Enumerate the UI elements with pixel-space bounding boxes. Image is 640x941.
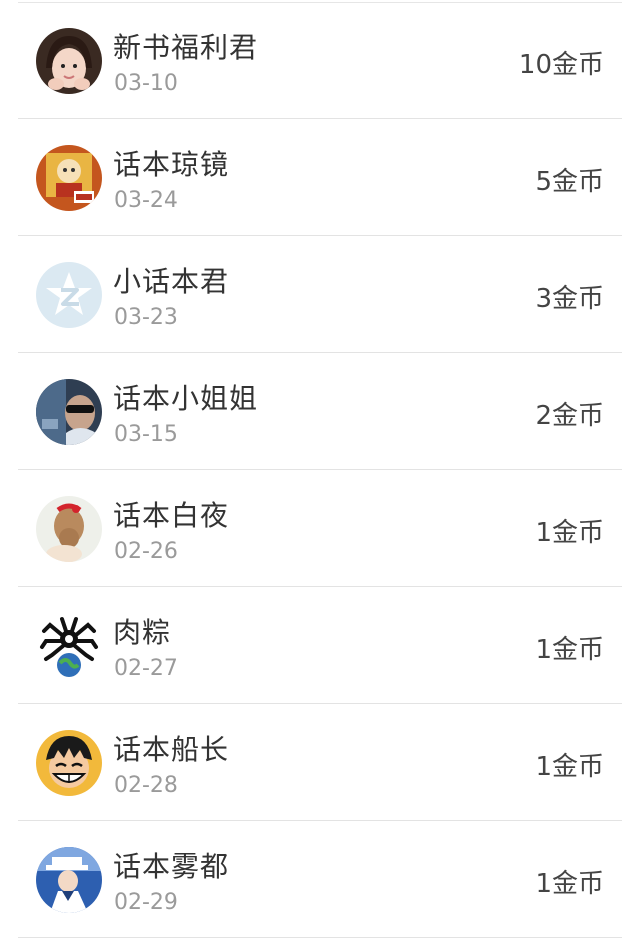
send-date: 03-23 bbox=[114, 305, 178, 330]
sender-name: 新书福利君 bbox=[113, 31, 259, 64]
send-date: 03-15 bbox=[114, 422, 178, 447]
sender-name: 话本小姐姐 bbox=[113, 382, 259, 415]
girl-portrait-avatar[interactable] bbox=[36, 28, 102, 94]
sender-name: 话本船长 bbox=[113, 733, 230, 766]
sender-name: 话本琼镜 bbox=[113, 148, 230, 181]
straw-hat-pirate-avatar[interactable] bbox=[36, 730, 102, 796]
coin-amount: 10金币 bbox=[518, 50, 604, 80]
coin-amount: 1金币 bbox=[535, 752, 604, 782]
send-date: 02-26 bbox=[114, 539, 178, 564]
list-item[interactable]: 话本小姐姐 03-15 2金币 bbox=[18, 353, 622, 470]
list-item[interactable]: 肉粽 02-27 1金币 bbox=[18, 587, 622, 704]
list-item[interactable]: 话本琼镜 03-24 5金币 bbox=[18, 119, 622, 236]
coin-amount: 1金币 bbox=[535, 518, 604, 548]
send-date: 03-24 bbox=[114, 188, 178, 213]
coin-amount: 1金币 bbox=[535, 635, 604, 665]
send-date: 02-28 bbox=[114, 773, 178, 798]
cartoon-poster-avatar[interactable] bbox=[36, 145, 102, 211]
sunglasses-man-avatar[interactable] bbox=[36, 379, 102, 445]
sender-name: 肉粽 bbox=[113, 616, 172, 649]
list-item[interactable]: 新书福利君 03-10 10金币 bbox=[18, 2, 622, 119]
spider-globe-avatar[interactable] bbox=[36, 613, 102, 679]
braided-hair-avatar[interactable] bbox=[36, 496, 102, 562]
list-item[interactable]: 小话本君 03-23 3金币 bbox=[18, 236, 622, 353]
list-item[interactable]: 话本白夜 02-26 1金币 bbox=[18, 470, 622, 587]
qzone-star-avatar[interactable] bbox=[36, 262, 102, 328]
sender-name: 话本白夜 bbox=[113, 499, 230, 532]
send-date: 02-27 bbox=[114, 656, 178, 681]
kaito-kid-avatar[interactable] bbox=[36, 847, 102, 913]
sender-name: 话本雾都 bbox=[113, 850, 230, 883]
sender-name: 小话本君 bbox=[113, 265, 230, 298]
coin-amount: 1金币 bbox=[535, 869, 604, 899]
coin-amount: 5金币 bbox=[535, 167, 604, 197]
send-date: 03-10 bbox=[114, 71, 178, 96]
send-date: 02-29 bbox=[114, 890, 178, 915]
list-item[interactable]: 话本船长 02-28 1金币 bbox=[18, 704, 622, 821]
coin-amount: 2金币 bbox=[535, 401, 604, 431]
list-item[interactable]: 话本雾都 02-29 1金币 bbox=[18, 821, 622, 938]
coin-amount: 3金币 bbox=[535, 284, 604, 314]
